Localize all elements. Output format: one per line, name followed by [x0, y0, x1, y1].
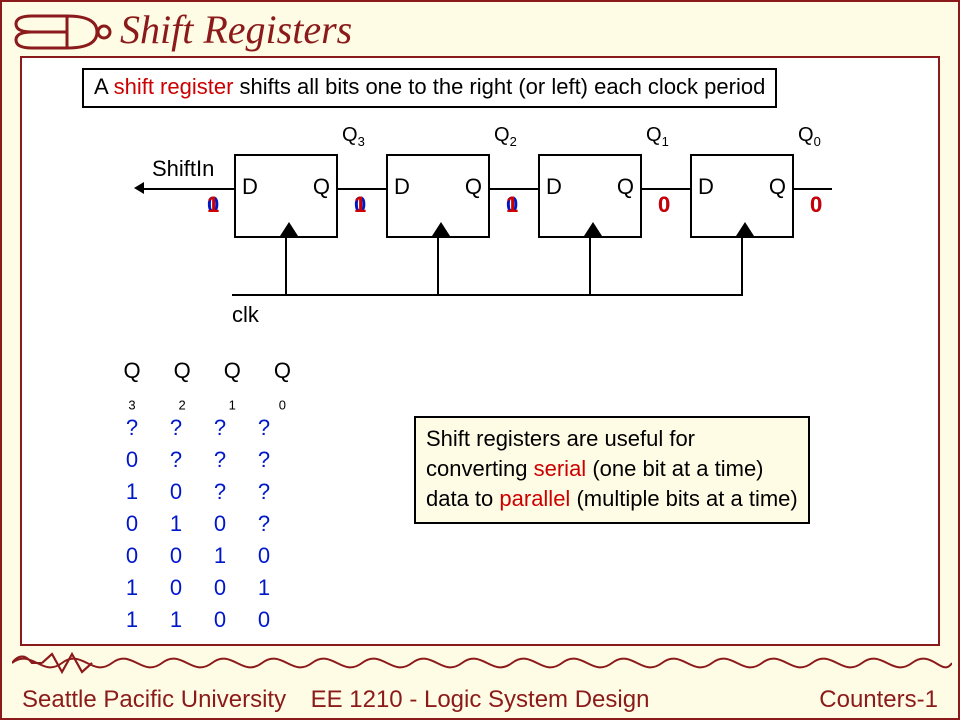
table-row: 0??? [110, 444, 304, 476]
q0-label: Q0 [798, 124, 821, 149]
def-post: shifts all bits one to the right (or lef… [233, 74, 765, 99]
note-line1: Shift registers are useful for [426, 426, 695, 451]
table-row: 0010 [110, 540, 304, 572]
page-title: Shift Registers [120, 6, 352, 53]
q3-label: Q3 [342, 124, 365, 149]
ff-d: D [242, 174, 258, 200]
clock-tri-icon [432, 222, 450, 236]
def-term: shift register [114, 74, 234, 99]
wire-clk-v3 [741, 236, 743, 296]
footer-left: Seattle Pacific University [22, 686, 286, 714]
definition-box: A shift register shifts all bits one to … [82, 68, 777, 108]
wire-q1 [640, 188, 690, 190]
table-row: 10?? [110, 476, 304, 508]
ff-d: D [546, 174, 562, 200]
wire-clk-v1 [437, 236, 439, 296]
ff-d: D [394, 174, 410, 200]
state-table: Q3 Q2 Q1 Q0 ???? 0??? 10?? 010? 0010 100… [110, 358, 304, 636]
clock-tri-icon [584, 222, 602, 236]
node-val-q1: 0 0 [658, 192, 670, 218]
table-row: ???? [110, 412, 304, 444]
q2-label: Q2 [494, 124, 517, 149]
clock-tri-icon [736, 222, 754, 236]
note-box: Shift registers are useful for convertin… [414, 416, 810, 524]
flipflop-3: D Q [234, 154, 338, 238]
q1-label: Q1 [646, 124, 669, 149]
clock-tri-icon [280, 222, 298, 236]
wire-q2 [488, 188, 538, 190]
footer: Seattle Pacific University EE 1210 - Log… [2, 686, 958, 714]
note-parallel: parallel [499, 486, 570, 511]
slide: Shift Registers A shift register shifts … [0, 0, 960, 720]
note-serial: serial [534, 456, 587, 481]
note-line2a: converting [426, 456, 534, 481]
flipflop-2: D Q [386, 154, 490, 238]
table-row: 010? [110, 508, 304, 540]
ff-q: Q [465, 174, 482, 200]
table-header: Q3 Q2 Q1 Q0 [110, 358, 304, 412]
node-val-q3: 0 1 [354, 192, 366, 218]
node-val-q0: 0 0 [810, 192, 822, 218]
ff-d: D [698, 174, 714, 200]
note-line3a: data to [426, 486, 499, 511]
wire-clk-v2 [589, 236, 591, 296]
footer-right: Counters-1 [819, 686, 938, 714]
node-val-q2: 0 1 [506, 192, 518, 218]
shiftin-label: ShiftIn [152, 156, 214, 182]
content-frame: A shift register shifts all bits one to … [20, 56, 940, 646]
ff-q: Q [313, 174, 330, 200]
wire-q0 [792, 188, 832, 190]
ff-q: Q [617, 174, 634, 200]
footer-mid: EE 1210 - Logic System Design [311, 686, 650, 713]
note-line3b: (multiple bits at a time) [570, 486, 797, 511]
circuit-diagram: ShiftIn 0 1 D Q Q3 0 1 D [172, 144, 872, 324]
wire-clk-h [232, 294, 743, 296]
clk-label: clk [232, 302, 259, 328]
table-row: 1100 [110, 604, 304, 636]
arrowhead-icon [134, 180, 150, 196]
def-pre: A [94, 74, 114, 99]
table-row: 1001 [110, 572, 304, 604]
wire-clk-v0 [285, 236, 287, 296]
flipflop-0: D Q [690, 154, 794, 238]
node-val-shiftin: 0 1 [207, 192, 219, 218]
wire-in [142, 188, 234, 190]
ff-q: Q [769, 174, 786, 200]
wire-q3 [336, 188, 386, 190]
footer-ornament [12, 650, 952, 676]
flipflop-1: D Q [538, 154, 642, 238]
note-line2b: (one bit at a time) [586, 456, 763, 481]
corner-logo [12, 8, 112, 61]
